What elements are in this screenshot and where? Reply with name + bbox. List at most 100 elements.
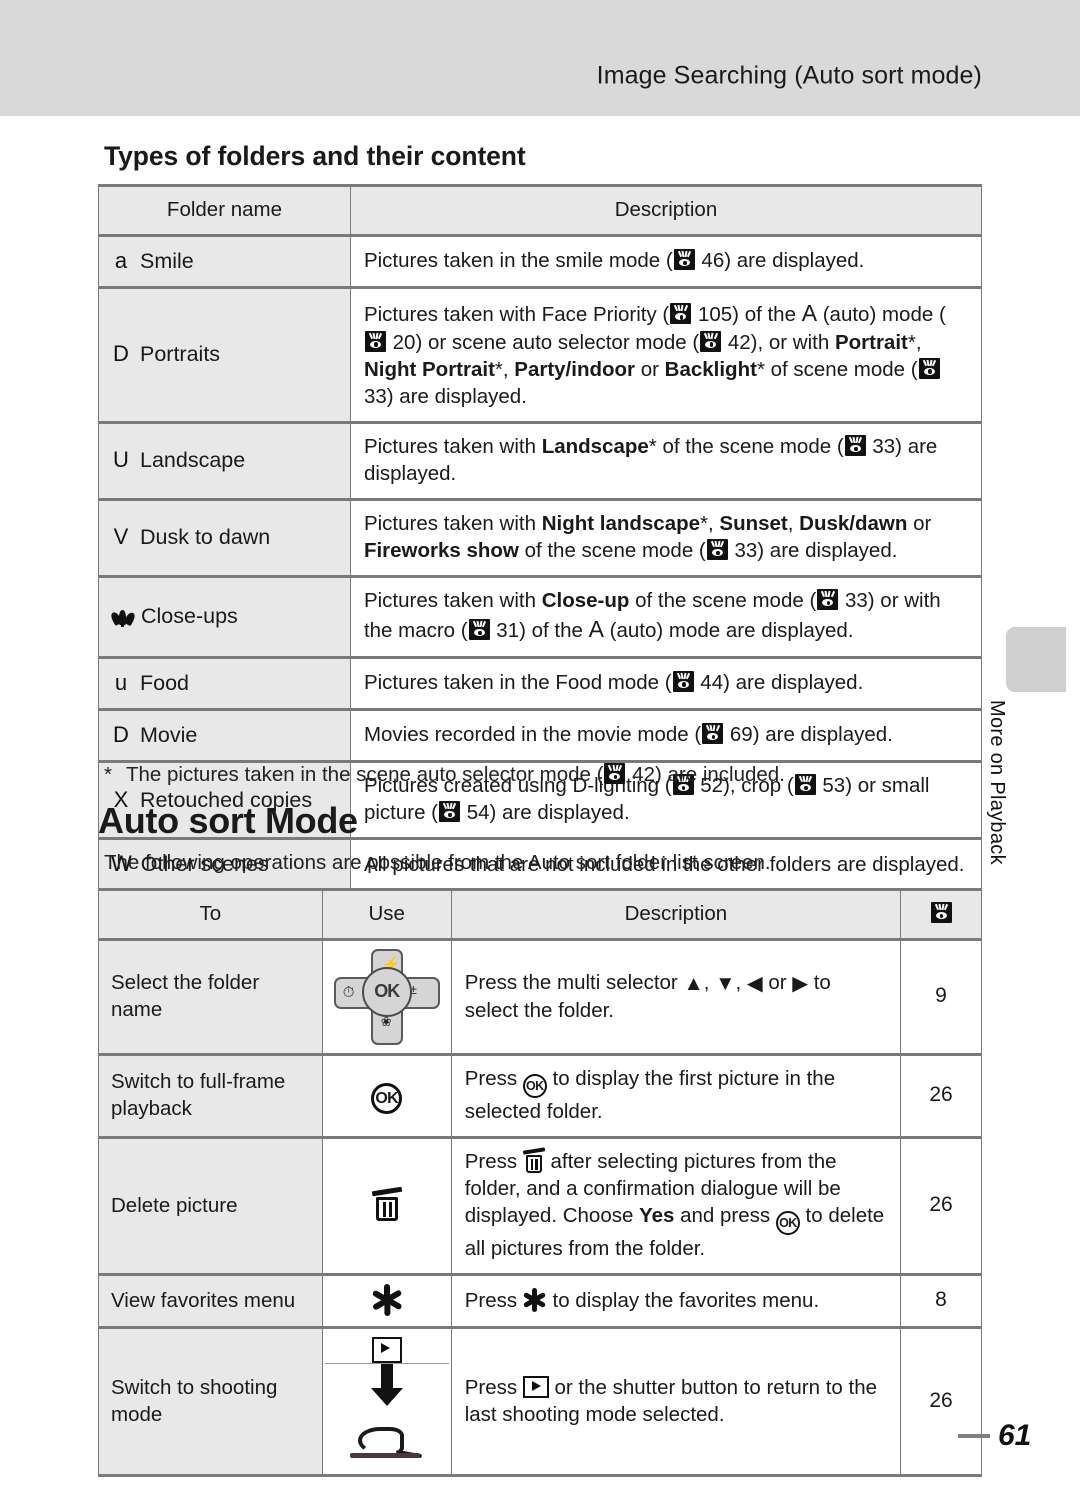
control-icon-cell [321,1326,452,1478]
multi-selector-up-icon: ▲ [683,971,704,995]
emphasised-term: Night landscape [541,512,701,536]
column-header-folder-name: Folder name [98,183,351,238]
playback-button-cell [324,1337,449,1365]
table-row: a Smile Pictures taken in the smile mode (… [98,235,983,289]
reference-page-icon [918,357,940,379]
folder-description-cell: Pictures taken in the Food mode ( 44) ar… [349,655,983,710]
operation-label-cell: Switch to full-frame playback [98,1053,323,1139]
table-row: D Movie Movies recorded in the movie mode … [98,707,983,763]
control-icon-cell: OK [321,1053,452,1139]
reference-page-icon [364,330,386,352]
emphasised-term: Backlight [664,357,757,381]
table-row: Switch to full-frame playback OK Press OK … [98,1053,982,1139]
folder-name-label: Smile [140,249,194,274]
operation-description-cell: Press the multi selector ▲, ▼, ◀ or ▶ to… [450,939,902,1056]
operation-label-cell: View favorites menu [98,1273,323,1329]
food-icon: u [114,669,128,695]
reference-page-icon [817,589,839,611]
folders-footnote: * The pictures taken in the scene auto se… [104,763,785,786]
emphasised-term: Landscape [541,434,649,458]
ok-button-icon: OK [361,967,412,1018]
table-row: V Dusk to dawn Pictures taken with Night l… [98,498,983,578]
folder-name-cell: U Landscape [98,420,351,501]
table-row: U Landscape Pictures taken with Landscape*… [98,420,983,501]
reference-page-icon [439,801,460,823]
multi-selector-right-icon: ▶ [792,971,809,995]
folder-name-label: Landscape [140,448,246,473]
reference-page-cell: 26 [900,1053,982,1139]
folder-description-cell: Movies recorded in the movie mode ( 69) … [349,707,983,763]
macro-flower-icon [108,605,136,627]
folder-description-cell: Pictures taken in the smile mode ( 46) a… [349,235,983,289]
footnote-asterisk: * [104,763,112,786]
reference-page-icon [702,723,724,745]
folder-name-label: Movie [140,722,198,747]
smile-icon: a [114,248,128,274]
reference-page-icon [673,249,695,271]
shutter-button-press-icon [342,1412,432,1462]
trash-icon [522,1147,545,1174]
auto-sort-mode-heading: Auto sort Mode [98,800,358,841]
table-header-row: Folder name Description [98,183,983,238]
emphasised-term: Sunset [719,512,788,536]
folders-section-heading: Types of folders and their content [104,141,526,171]
multi-selector-down-icon: ▼ [715,971,736,995]
reference-page-cell: 26 [900,1136,982,1276]
folder-description-cell: Pictures taken with Landscape* of the sc… [349,420,983,501]
operation-description-cell: Press after selecting pictures from the … [450,1136,902,1276]
dusk-to-dawn-icon: V [113,524,129,550]
shutter-button-cell [325,1364,449,1466]
emphasised-term: Close-up [541,589,630,613]
folder-name-label: Portraits [140,342,221,367]
operation-description-cell: Press or the shutter button to return to… [450,1326,902,1478]
emphasised-term: Night Portrait [363,357,495,381]
reference-page-icon [930,902,952,923]
reference-page-icon [706,539,728,561]
reference-page-icon [794,774,816,796]
emphasised-term: Yes [639,1204,675,1228]
side-thumb-tab [1006,627,1066,692]
auto-mode-icon: A [801,300,818,327]
operation-label-cell: Delete picture [98,1136,323,1276]
folder-name-cell: D Movie [98,707,351,763]
folder-description-cell: Pictures taken with Face Priority ( 105)… [349,286,983,423]
folder-description-cell: Pictures taken with Night landscape*, Su… [349,498,983,578]
table-row: Select the folder name ⚡ ⏱ ± ❀ OK Press the mu… [98,939,982,1056]
self-timer-icon: ⏱ [342,984,355,1002]
reference-page-cell: 8 [900,1273,982,1329]
reference-page-icon [468,619,490,641]
table-row: Close-ups Pictures taken with Close-up of… [98,575,983,658]
emphasised-term: Fireworks show [363,539,519,563]
favorites-flower-icon [371,1284,403,1317]
portrait-icon: D [113,341,129,367]
reference-page-icon [700,330,722,352]
playback-button-icon [522,1375,549,1398]
manual-page: Image Searching (Auto sort mode) More on… [0,0,1080,1486]
reference-page-icon [672,670,694,692]
playback-button-icon [371,1337,402,1364]
reference-page-icon [844,434,866,456]
operation-label-cell: Switch to shooting mode [98,1326,323,1478]
column-header-to: To [98,887,323,942]
reference-page-cell: 9 [900,939,982,1056]
auto-sort-operations-table: To Use Description Select the folder nam… [98,887,982,1478]
ok-button-icon: OK [371,1083,403,1115]
landscape-icon: U [113,447,129,473]
folder-name-cell: Close-ups [98,575,351,658]
multi-selector-icon: ⚡ ⏱ ± ❀ OK [333,949,440,1046]
folder-name-cell: V Dusk to dawn [98,498,351,578]
auto-sort-intro: The following operations are possible fr… [104,851,771,874]
favorites-flower-icon [523,1287,547,1312]
column-header-use: Use [321,887,452,942]
running-header-title: Image Searching (Auto sort mode) [596,61,982,90]
table-row: u Food Pictures taken in the Food mode ( 4… [98,655,983,710]
folder-name-cell: a Smile [98,235,351,289]
auto-mode-icon: A [588,616,604,643]
folder-name-label: Food [140,670,190,695]
ok-button-icon: OK [775,1211,800,1236]
column-header-description: Description [450,887,902,942]
table-header-row: To Use Description [98,887,982,942]
control-icon-cell [321,1136,452,1276]
folder-name-cell: D Portraits [98,286,351,423]
side-tab-label: More on Playback [986,700,1008,865]
